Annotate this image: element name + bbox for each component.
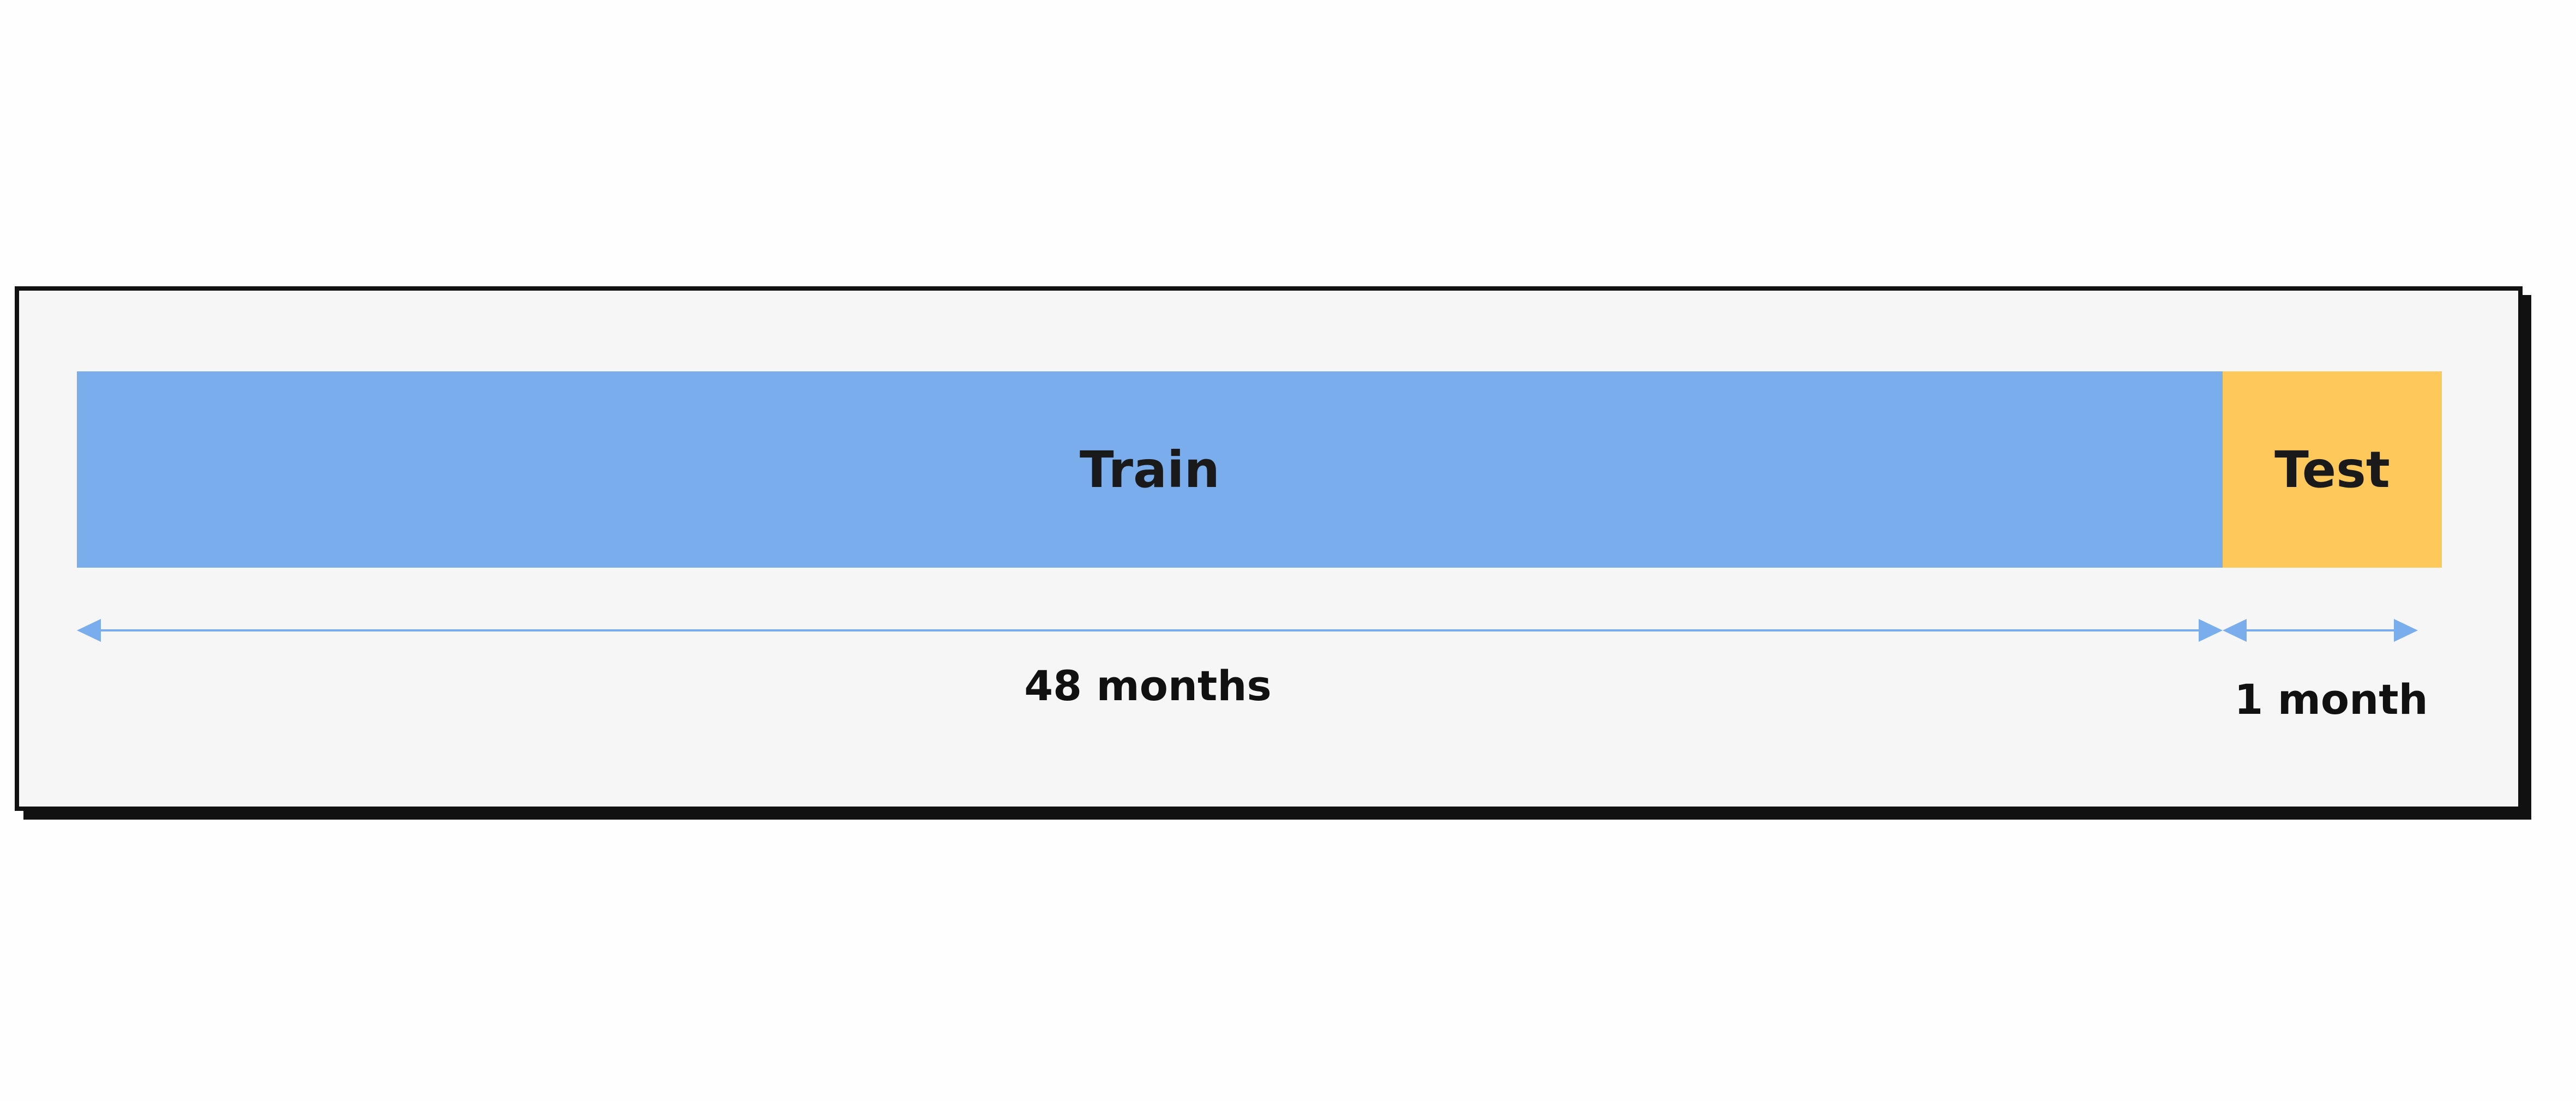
train-arrow-head-right [2199,619,2223,642]
train-arrow-head-left [77,619,101,642]
test-arrow-head-right [2394,619,2418,642]
train-duration-label: 48 months [1024,661,1272,710]
duration-arrows [77,619,2418,642]
diagram-frame: Train Test 48 months 1 month [15,286,2523,811]
test-arrow-head-left [2223,619,2247,642]
train-duration-arrow [77,619,2223,642]
test-duration-arrow [2223,619,2418,642]
test-duration-label: 1 month [2234,675,2428,724]
